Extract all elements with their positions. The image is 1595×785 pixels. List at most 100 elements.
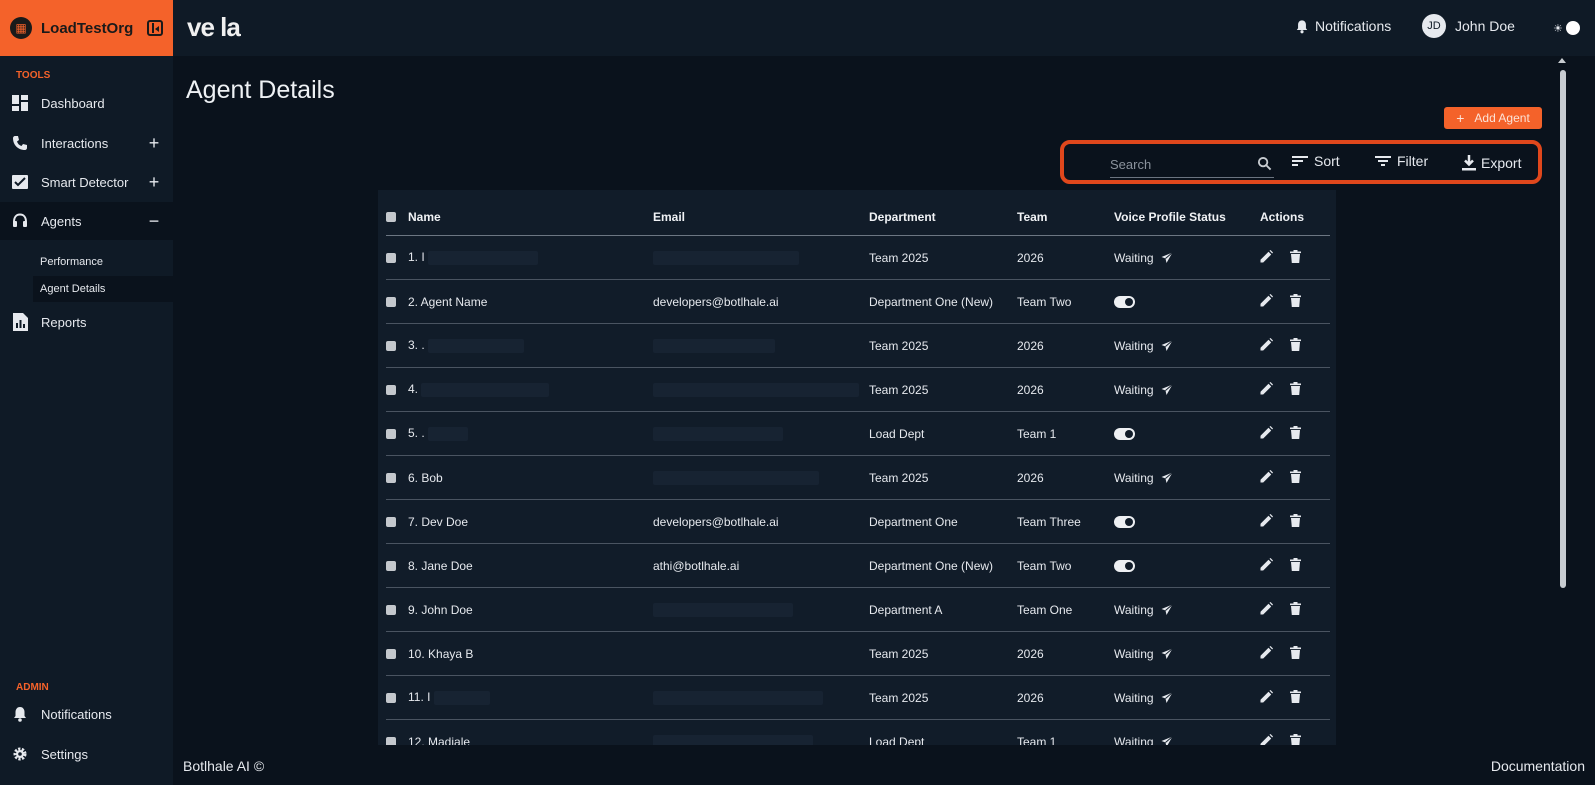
sidebar-subitem-performance[interactable]: Performance (33, 249, 173, 275)
table-row[interactable]: 2. Agent Name developers@botlhale.ai Depar… (386, 279, 1330, 324)
voice-profile-status: Waiting (1114, 251, 1173, 265)
delete-icon[interactable] (1290, 293, 1301, 307)
search-input[interactable] (1110, 153, 1250, 175)
table-row[interactable]: 10. Khaya B Team 2025 2026 Waiting (386, 631, 1330, 676)
delete-icon[interactable] (1290, 557, 1301, 571)
collapse-icon[interactable]: − (147, 211, 161, 232)
table-row[interactable]: 5. . Load Dept Team 1 (386, 411, 1330, 456)
send-icon[interactable] (1161, 251, 1173, 264)
send-icon[interactable] (1161, 603, 1173, 616)
notifications-button[interactable]: Notifications (1295, 18, 1391, 34)
header-team[interactable]: Team (1017, 198, 1114, 236)
sidebar-item-notifications[interactable]: Notifications (0, 695, 173, 733)
brand-logo[interactable]: ve la (187, 12, 241, 43)
send-icon[interactable] (1161, 339, 1173, 352)
row-checkbox[interactable] (386, 517, 396, 528)
sort-button[interactable]: Sort (1292, 153, 1340, 169)
edit-icon[interactable] (1260, 557, 1273, 571)
theme-toggle[interactable]: ☀ (1553, 21, 1580, 35)
sidebar-item-agents[interactable]: Agents − (0, 202, 173, 240)
edit-icon[interactable] (1260, 601, 1273, 615)
redacted-text (433, 690, 490, 705)
voice-profile-toggle[interactable] (1114, 428, 1135, 441)
search-field[interactable] (1110, 153, 1274, 178)
scroll-up-arrow[interactable] (1558, 58, 1566, 63)
user-menu[interactable]: JD John Doe (1422, 14, 1515, 38)
documentation-link[interactable]: Documentation (1491, 758, 1585, 774)
row-checkbox[interactable] (386, 737, 396, 745)
row-checkbox[interactable] (386, 341, 396, 352)
edit-icon[interactable] (1260, 513, 1273, 527)
table-row[interactable]: 11. I Team 2025 2026 Waiting (386, 675, 1330, 720)
edit-icon[interactable] (1260, 469, 1273, 483)
edit-icon[interactable] (1260, 425, 1273, 439)
edit-icon[interactable] (1260, 381, 1273, 395)
row-checkbox[interactable] (386, 649, 396, 660)
delete-icon[interactable] (1290, 513, 1301, 527)
header-name[interactable]: Name (408, 198, 653, 236)
voice-profile-toggle[interactable] (1114, 516, 1135, 529)
send-icon[interactable] (1161, 735, 1173, 746)
export-button[interactable]: Export (1461, 155, 1521, 171)
expand-icon[interactable]: + (147, 172, 161, 193)
org-switcher[interactable]: ▦ LoadTestOrg (0, 0, 173, 56)
delete-icon[interactable] (1290, 337, 1301, 351)
plus-icon: + (1456, 110, 1465, 126)
row-checkbox[interactable] (386, 429, 396, 440)
select-all-checkbox[interactable] (386, 212, 396, 223)
search-icon[interactable] (1257, 156, 1272, 171)
row-checkbox[interactable] (386, 605, 396, 616)
table-row[interactable]: 8. Jane Doe athi@botlhale.ai Department On… (386, 543, 1330, 588)
edit-icon[interactable] (1260, 249, 1273, 263)
table-row[interactable]: 6. Bob Team 2025 2026 Waiting (386, 455, 1330, 500)
table-row[interactable]: 3. . Team 2025 2026 Waiting (386, 323, 1330, 368)
header-department[interactable]: Department (869, 198, 1017, 236)
edit-icon[interactable] (1260, 645, 1273, 659)
header-email[interactable]: Email (653, 198, 869, 236)
delete-icon[interactable] (1290, 733, 1301, 745)
table-row[interactable]: 7. Dev Doe developers@botlhale.ai Departme… (386, 499, 1330, 544)
scrollbar-thumb[interactable] (1560, 70, 1566, 588)
filter-button[interactable]: Filter (1375, 153, 1428, 169)
department-cell: Team 2025 (869, 323, 1017, 368)
sidebar-subitem-agent-details[interactable]: Agent Details (33, 276, 173, 302)
row-checkbox[interactable] (386, 693, 396, 704)
table-row[interactable]: 9. John Doe Department A Team One Waiting (386, 587, 1330, 632)
expand-icon[interactable]: + (147, 133, 161, 154)
header-voice-profile-status[interactable]: Voice Profile Status (1114, 198, 1260, 236)
send-icon[interactable] (1161, 691, 1173, 704)
delete-icon[interactable] (1290, 249, 1301, 263)
sidebar-item-reports[interactable]: Reports (0, 303, 173, 341)
delete-icon[interactable] (1290, 689, 1301, 703)
delete-icon[interactable] (1290, 469, 1301, 483)
bell-icon (1296, 19, 1308, 33)
delete-icon[interactable] (1290, 381, 1301, 395)
sidebar-item-settings[interactable]: Settings (0, 735, 173, 773)
row-checkbox[interactable] (386, 473, 396, 484)
voice-profile-toggle[interactable] (1114, 560, 1135, 573)
add-agent-button[interactable]: + Add Agent (1444, 107, 1542, 129)
sidebar-item-smart-detector[interactable]: Smart Detector + (0, 163, 173, 201)
delete-icon[interactable] (1290, 645, 1301, 659)
edit-icon[interactable] (1260, 689, 1273, 703)
send-icon[interactable] (1161, 471, 1173, 484)
delete-icon[interactable] (1290, 601, 1301, 615)
send-icon[interactable] (1161, 383, 1173, 396)
row-checkbox[interactable] (386, 385, 396, 396)
send-icon[interactable] (1161, 647, 1173, 660)
row-checkbox[interactable] (386, 561, 396, 572)
sidebar-collapse-icon[interactable] (147, 20, 163, 36)
edit-icon[interactable] (1260, 337, 1273, 351)
table-row[interactable]: 4. Team 2025 2026 Waiting (386, 367, 1330, 412)
brand-logo-text: ve la (187, 12, 241, 42)
sidebar-item-dashboard[interactable]: Dashboard (0, 84, 173, 122)
table-row[interactable]: 1. I Team 2025 2026 Waiting (386, 235, 1330, 280)
row-checkbox[interactable] (386, 297, 396, 308)
edit-icon[interactable] (1260, 293, 1273, 307)
table-row[interactable]: 12. Madiale Load Dept Team 1 Waiting (386, 719, 1330, 746)
row-checkbox[interactable] (386, 253, 396, 264)
edit-icon[interactable] (1260, 733, 1273, 745)
sidebar-item-interactions[interactable]: Interactions + (0, 124, 173, 162)
voice-profile-toggle[interactable] (1114, 296, 1135, 309)
delete-icon[interactable] (1290, 425, 1301, 439)
